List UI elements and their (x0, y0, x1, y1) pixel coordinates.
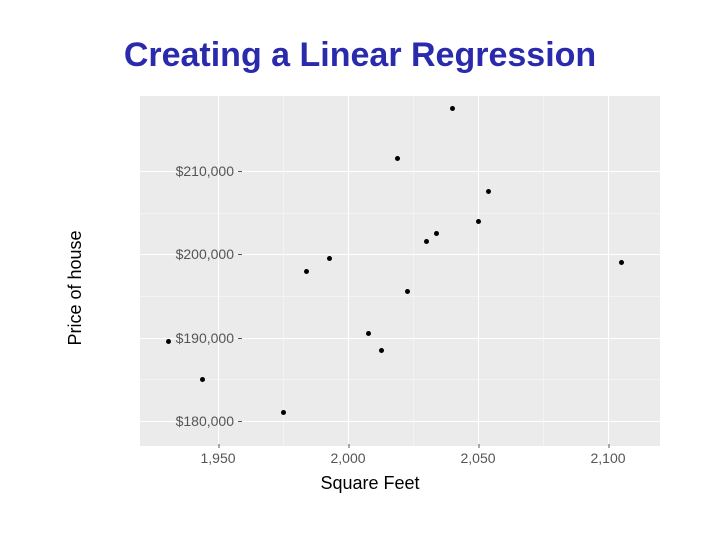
data-point (476, 219, 481, 224)
x-tick-label: 2,000 (330, 450, 365, 466)
grid-line-v (608, 96, 609, 446)
data-point (395, 156, 400, 161)
data-point (281, 410, 286, 415)
x-tick-label: 1,950 (200, 450, 235, 466)
data-point (379, 348, 384, 353)
slide: Creating a Linear Regression Price of ho… (0, 0, 720, 540)
plot-area (140, 96, 660, 446)
grid-line-v (348, 96, 349, 446)
data-point (486, 189, 491, 194)
y-tick-label: $180,000 (114, 413, 234, 429)
data-point (200, 377, 205, 382)
data-point (405, 289, 410, 294)
chart: Price of house Square Feet $180,000$190,… (60, 88, 680, 488)
data-point (424, 239, 429, 244)
grid-line-v-minor (543, 96, 544, 446)
data-point (450, 106, 455, 111)
grid-line-v (478, 96, 479, 446)
y-tick-label: $210,000 (114, 163, 234, 179)
data-point (304, 269, 309, 274)
x-tick-label: 2,100 (590, 450, 625, 466)
y-axis-label: Price of house (65, 230, 86, 345)
y-tick-label: $190,000 (114, 330, 234, 346)
x-tick-label: 2,050 (460, 450, 495, 466)
data-point (619, 260, 624, 265)
x-axis-label: Square Feet (320, 473, 419, 494)
data-point (366, 331, 371, 336)
grid-line-v-minor (413, 96, 414, 446)
grid-line-v-minor (283, 96, 284, 446)
data-point (434, 231, 439, 236)
y-tick-label: $200,000 (114, 246, 234, 262)
page-title: Creating a Linear Regression (0, 36, 720, 75)
grid-line-v (218, 96, 219, 446)
data-point (327, 256, 332, 261)
